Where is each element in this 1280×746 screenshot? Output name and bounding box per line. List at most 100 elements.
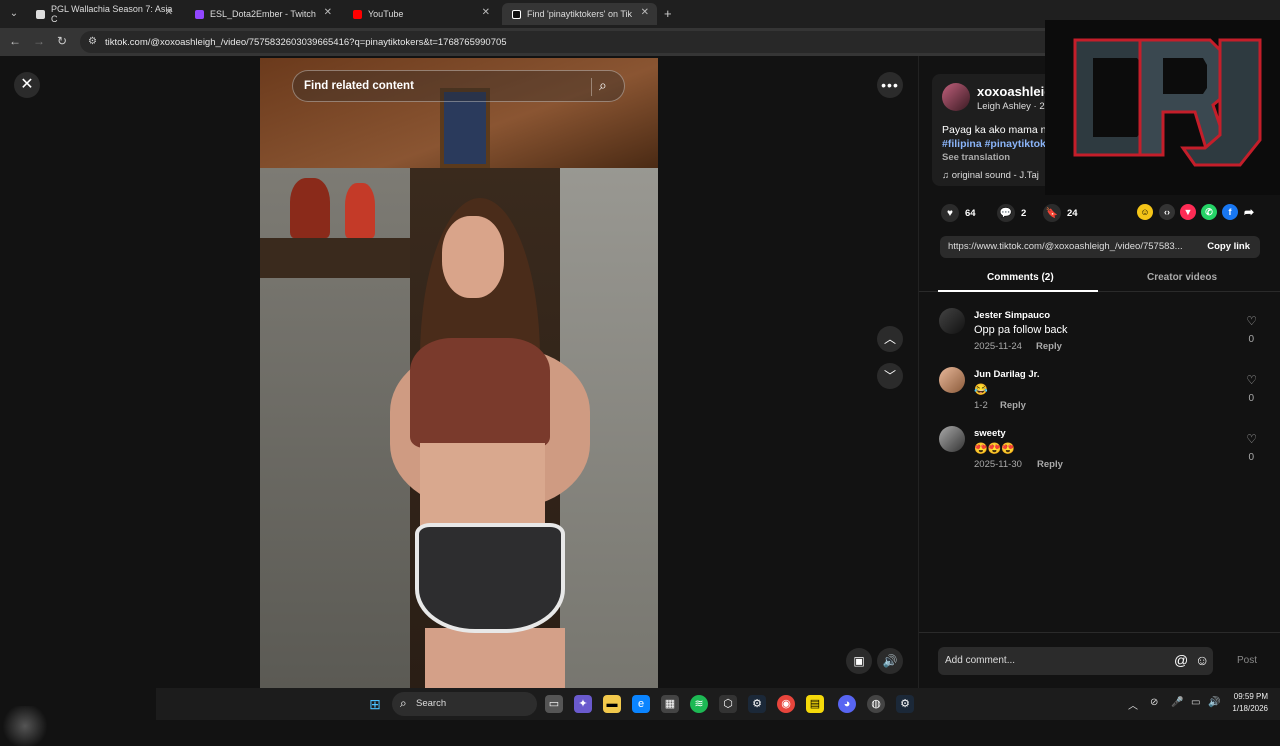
whatsapp-icon[interactable]: ✆ [1201, 204, 1217, 220]
close-tab-icon[interactable]: ✕ [165, 7, 173, 18]
send-to-friend-icon[interactable]: ▼ [1180, 204, 1196, 220]
display-name: Leigh Ashley · 2 [977, 101, 1045, 112]
heart-icon: ♥ [941, 204, 959, 222]
taskbar-search[interactable]: ⌕ Search [392, 692, 537, 716]
drj-logo-overlay [1045, 20, 1280, 195]
avatar[interactable] [939, 426, 965, 452]
tab-youtube[interactable]: YouTube ✕ [343, 3, 498, 25]
comment-author[interactable]: Jun Darilag Jr. [974, 369, 1039, 380]
active-tab-indicator [938, 290, 1098, 292]
edge-icon[interactable]: e [632, 695, 650, 713]
previous-video-chevron-up-icon[interactable]: ︿ [877, 326, 903, 352]
see-translation-link[interactable]: See translation [942, 152, 1010, 163]
close-tab-icon[interactable]: ✕ [641, 7, 649, 18]
forward-icon[interactable]: → [33, 34, 45, 48]
mention-icon[interactable]: @ [1174, 652, 1188, 668]
add-comment-bar: Add comment... @ ☺ Post [919, 632, 1280, 688]
reply-button[interactable]: Reply [1036, 341, 1062, 352]
heart-icon[interactable]: ♡ [1246, 432, 1257, 446]
share-link-text: https://www.tiktok.com/@xoxoashleigh_/vi… [948, 241, 1183, 252]
comment-button[interactable]: 💬 2 [997, 204, 1026, 222]
avatar[interactable] [939, 308, 965, 334]
tab-tiktok[interactable]: Find 'pinaytiktokers' on Tik ✕ [502, 3, 657, 25]
comment-text: 😍😍😍 [974, 443, 1016, 455]
drj-logo-icon [1073, 38, 1262, 167]
embed-icon[interactable]: ‹› [1159, 204, 1175, 220]
windows-start-icon[interactable]: ⊞ [366, 695, 384, 713]
facebook-icon[interactable]: f [1222, 204, 1238, 220]
tab-creator-videos[interactable]: Creator videos [1147, 272, 1217, 283]
username[interactable]: xoxoashleig [977, 84, 1052, 99]
heart-icon[interactable]: ♡ [1246, 314, 1257, 328]
video-frame-bg [290, 178, 330, 238]
comment-bubble-icon: 💬 [997, 204, 1015, 222]
steam-icon[interactable]: ⚙ [748, 695, 766, 713]
post-button[interactable]: Post [1237, 655, 1257, 666]
new-tab-icon[interactable]: + [664, 6, 672, 21]
tab-comments[interactable]: Comments (2) [987, 272, 1054, 283]
app-icon[interactable]: ◍ [867, 695, 885, 713]
comment-author[interactable]: sweety [974, 428, 1006, 439]
friends-share-icon[interactable]: ☺ [1137, 204, 1153, 220]
windows-taskbar: ⊞ ⌕ Search ▭ ✦ ▬ e ▦ ≋ ⬡ ⚙ ◉ ▤ ◕ ◍ ⚙ ︿ ⊘… [156, 688, 1280, 720]
heart-icon[interactable]: ♡ [1246, 373, 1257, 387]
like-button[interactable]: ♥ 64 [941, 204, 976, 222]
task-view-icon[interactable]: ▭ [545, 695, 563, 713]
hashtags[interactable]: #filipina #pinaytiktok [942, 138, 1046, 150]
network-icon[interactable]: ⊘ [1150, 697, 1158, 708]
emoji-icon[interactable]: ☺ [1195, 652, 1209, 668]
reply-button[interactable]: Reply [1000, 400, 1026, 411]
comment-like-count: 0 [1248, 452, 1254, 463]
youtube-favicon-icon [353, 9, 362, 19]
microphone-icon[interactable]: 🎤 [1171, 697, 1183, 708]
add-comment-placeholder: Add comment... [945, 655, 1016, 666]
like-count: 64 [965, 207, 976, 219]
tray-chevron-up-icon[interactable]: ︿ [1128, 697, 1138, 712]
copilot-icon[interactable]: ✦ [574, 695, 592, 713]
clock-date[interactable]: 1/18/2026 [1219, 704, 1268, 713]
url-field[interactable]: ⚙ tiktok.com/@xoxoashleigh_/video/757583… [80, 31, 1080, 53]
comment-text: 😂 [974, 384, 988, 396]
tab-pgl[interactable]: PGL Wallachia Season 7: Asia C ✕ [26, 3, 181, 25]
add-comment-input[interactable]: Add comment... @ ☺ [938, 647, 1213, 675]
sound-link[interactable]: ♫ original sound - J.Taj [942, 170, 1039, 181]
file-explorer-icon[interactable]: ▬ [603, 695, 621, 713]
video-player[interactable] [260, 58, 658, 688]
save-button[interactable]: 🔖 24 [1043, 204, 1078, 222]
more-options-icon[interactable]: ••• [877, 72, 903, 98]
volume-icon[interactable]: 🔊 [877, 648, 903, 674]
epic-games-icon[interactable]: ⬡ [719, 695, 737, 713]
steam-icon[interactable]: ⚙ [896, 695, 914, 713]
spotify-icon[interactable]: ≋ [690, 695, 708, 713]
reply-button[interactable]: Reply [1037, 459, 1063, 470]
avatar[interactable] [939, 367, 965, 393]
search-icon[interactable]: ⌕ [599, 77, 607, 94]
tab-list-chevron-icon[interactable]: ⌄ [6, 6, 22, 22]
pgl-favicon-icon [36, 9, 45, 19]
close-video-button[interactable]: ✕ [14, 72, 40, 98]
comment-author[interactable]: Jester Simpauco [974, 310, 1050, 321]
tab-title: ESL_Dota2Ember - Twitch [210, 9, 316, 19]
discord-icon[interactable]: ◕ [838, 695, 856, 713]
avatar[interactable] [942, 83, 970, 111]
close-tab-icon[interactable]: ✕ [482, 7, 490, 18]
display-icon[interactable]: ▭ [1191, 697, 1200, 708]
next-video-chevron-down-icon[interactable]: ﹀ [877, 363, 903, 389]
related-search-field[interactable]: Find related content ⌕ [292, 70, 625, 102]
close-tab-icon[interactable]: ✕ [324, 7, 332, 18]
share-arrow-icon[interactable]: ➦ [1241, 204, 1257, 220]
back-icon[interactable]: ← [9, 34, 21, 48]
floating-player-icon[interactable]: ▣ [846, 648, 872, 674]
save-count: 24 [1067, 207, 1078, 219]
site-info-icon[interactable]: ⚙ [88, 36, 97, 47]
tab-twitch[interactable]: ESL_Dota2Ember - Twitch ✕ [185, 3, 340, 25]
copy-link-button[interactable]: Copy link [1207, 241, 1250, 252]
tab-title: YouTube [368, 9, 404, 19]
search-icon: ⌕ [400, 696, 407, 710]
clock-time[interactable]: 09:59 PM [1226, 692, 1268, 701]
sticky-notes-icon[interactable]: ▤ [806, 695, 824, 713]
store-icon[interactable]: ▦ [661, 695, 679, 713]
chrome-icon[interactable]: ◉ [777, 695, 795, 713]
reload-icon[interactable]: ↻ [57, 34, 67, 48]
caption: Payag ka ako mama n [942, 124, 1047, 136]
